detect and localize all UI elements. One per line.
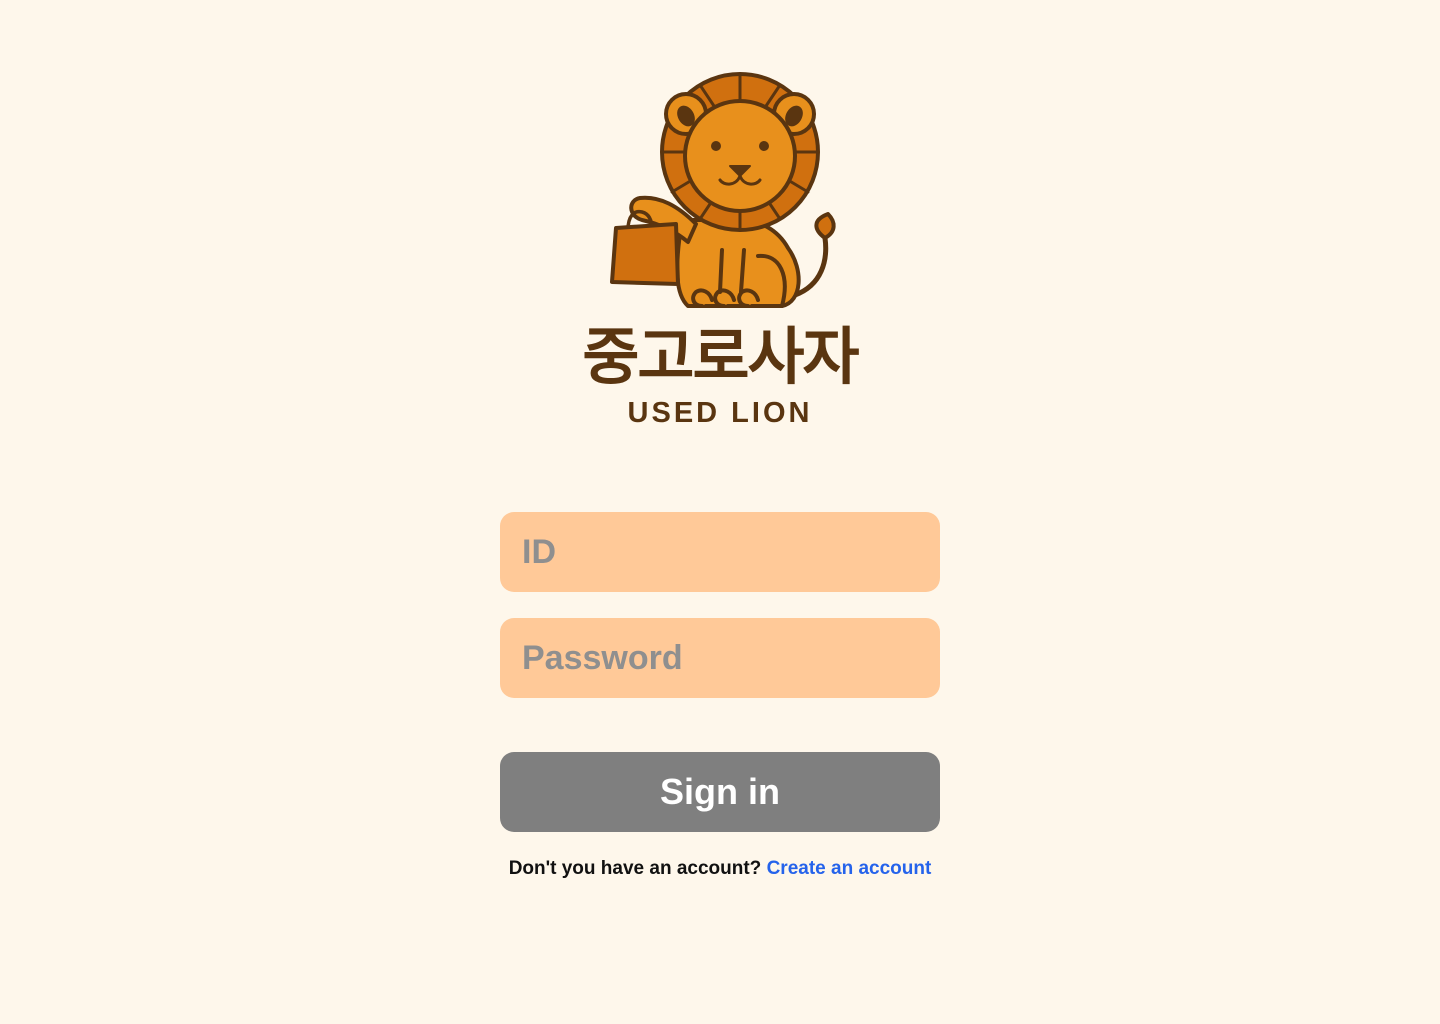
create-account-link[interactable]: Create an account <box>767 858 932 879</box>
signup-prompt-row: Don't you have an account? Create an acc… <box>460 856 980 882</box>
password-input[interactable] <box>500 618 940 698</box>
brand-logo: 중고로사자 USED LION <box>560 60 880 440</box>
signup-prompt-text: Don't you have an account? <box>508 858 762 879</box>
sign-in-button[interactable]: Sign in <box>500 752 940 832</box>
id-input[interactable] <box>500 512 940 592</box>
login-page: 중고로사자 USED LION Sign in Don't you have a… <box>0 0 1440 1024</box>
brand-name-korean: 중고로사자 <box>582 320 859 393</box>
lion-with-shopping-bag-icon <box>610 72 836 308</box>
brand-name-english: USED LION <box>627 397 813 429</box>
